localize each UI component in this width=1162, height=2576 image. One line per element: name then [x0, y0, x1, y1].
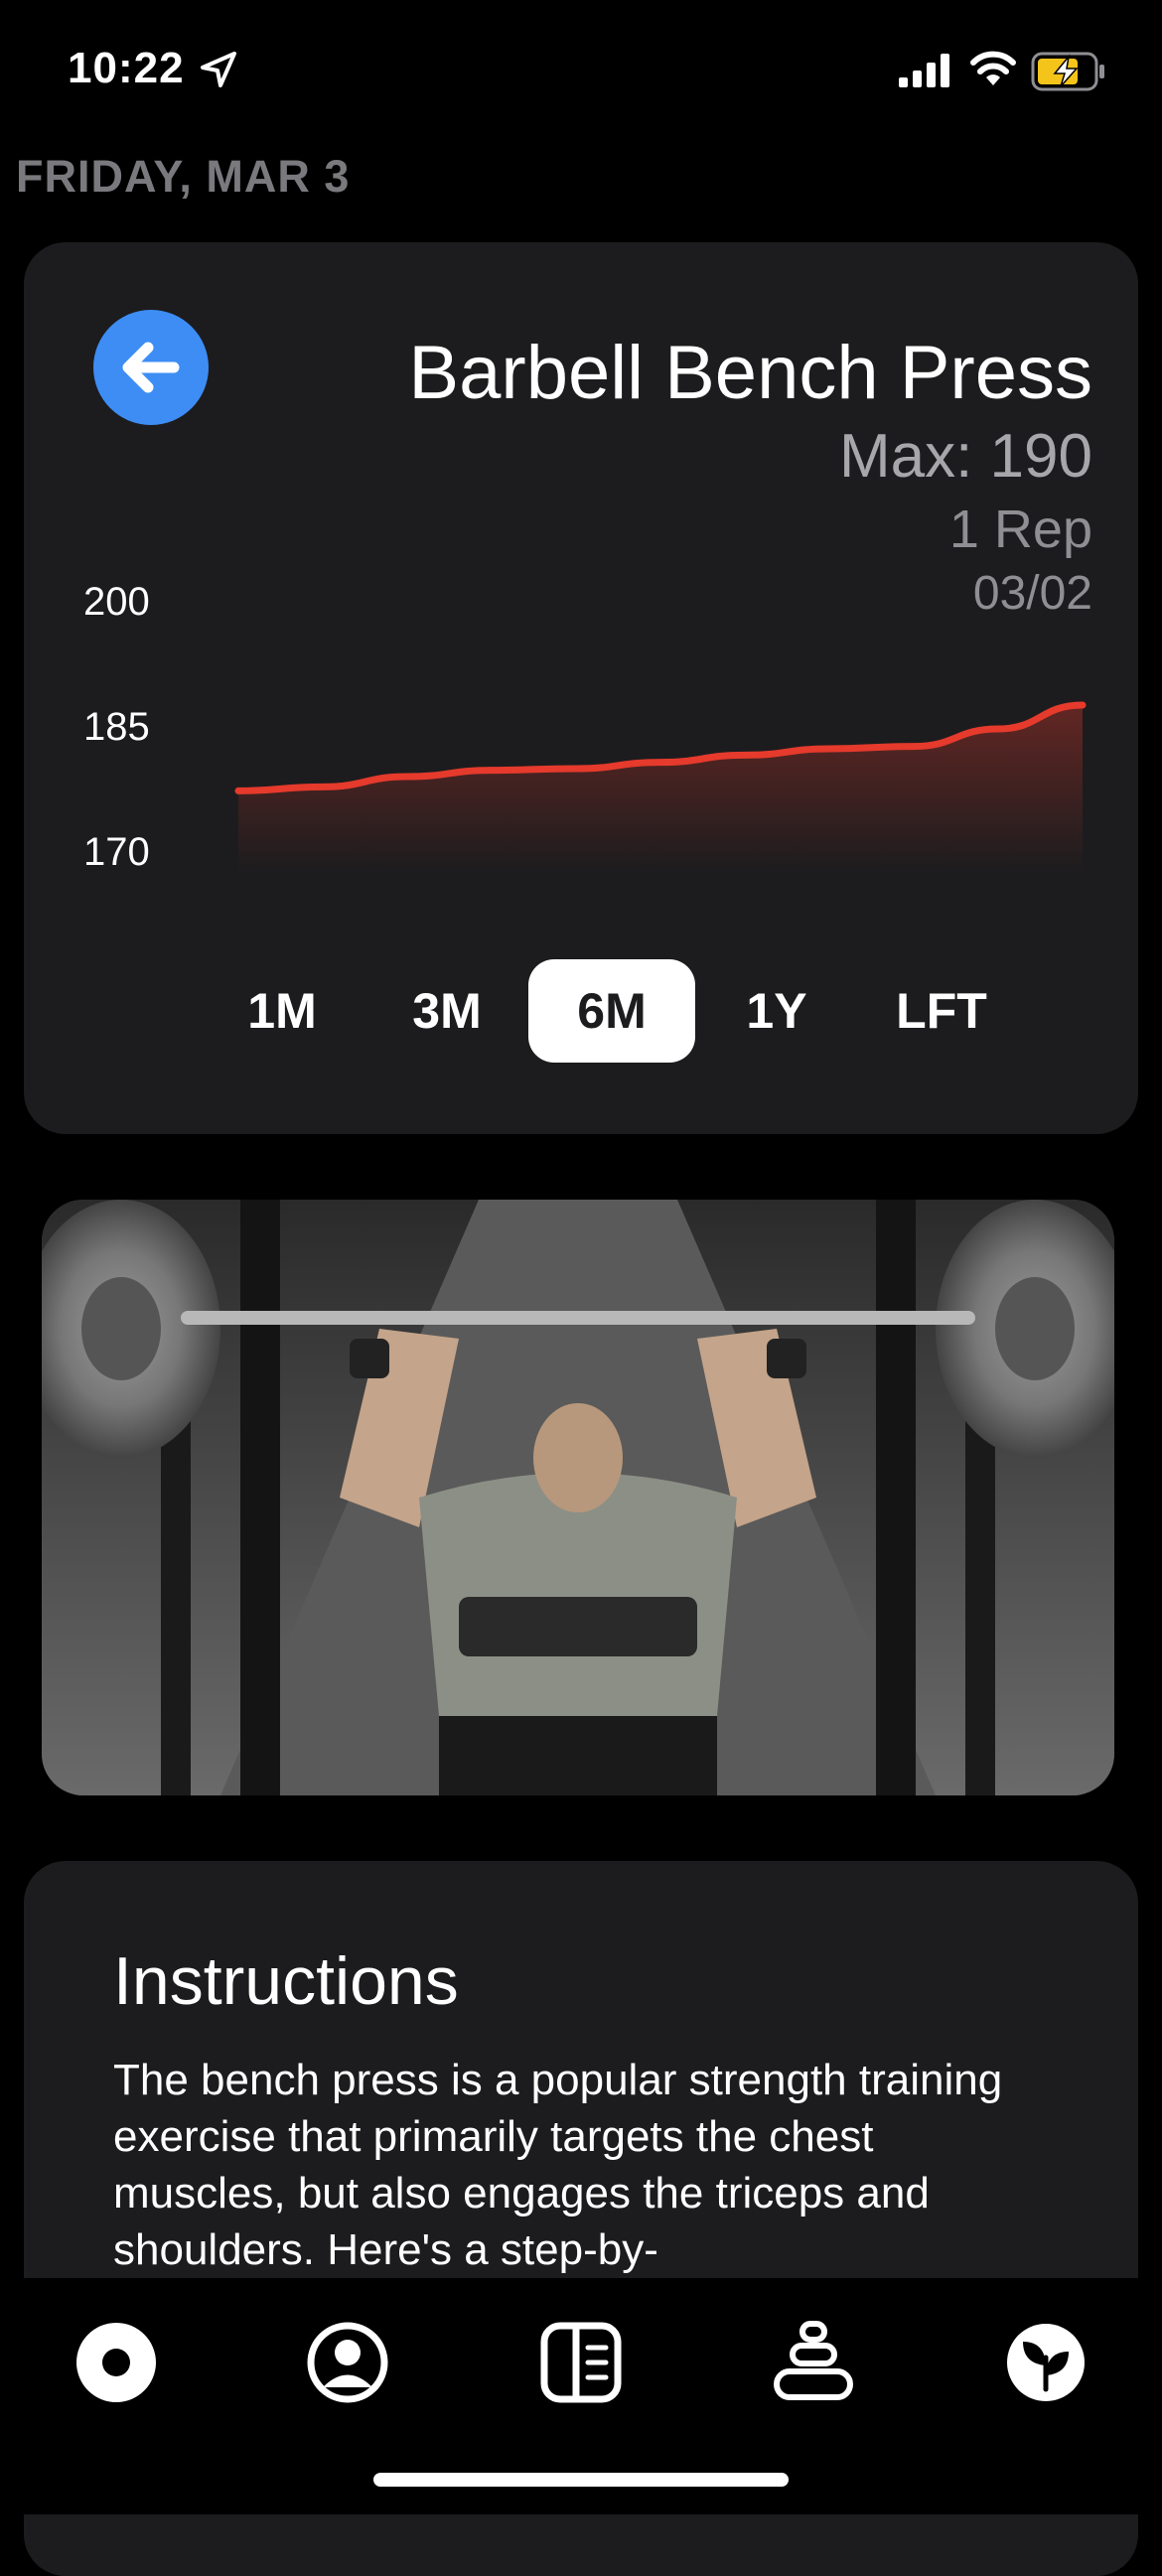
range-option-1y[interactable]: 1Y — [693, 959, 860, 1063]
home-indicator[interactable] — [373, 2473, 789, 2487]
arrow-left-icon — [122, 342, 180, 393]
journal-icon[interactable] — [536, 2318, 626, 2407]
max-weight: Max: 190 — [838, 422, 1092, 491]
time-range-selector: 1M 3M 6M 1Y LFT — [199, 959, 1023, 1063]
nutrition-leaf-icon[interactable] — [1001, 2318, 1090, 2407]
record-icon[interactable] — [72, 2318, 161, 2407]
status-time: 10:22 — [68, 44, 185, 92]
chart-area-fill — [238, 705, 1083, 874]
max-date: 03/02 — [972, 567, 1092, 620]
y-tick-label: 200 — [83, 580, 150, 624]
back-button[interactable] — [93, 310, 209, 425]
exercise-photo — [42, 1200, 1114, 1795]
rep-count: 1 Rep — [948, 500, 1092, 559]
instructions-body: The bench press is a popular strength tr… — [113, 2056, 1003, 2274]
range-option-3m[interactable]: 3M — [363, 959, 530, 1063]
progress-chart — [234, 701, 1087, 874]
date-header: FRIDAY, MAR 3 — [16, 151, 351, 202]
range-option-6m[interactable]: 6M — [528, 959, 695, 1063]
exercise-title: Barbell Bench Press — [408, 331, 1092, 415]
y-tick-label: 185 — [83, 705, 150, 749]
range-option-1m[interactable]: 1M — [199, 959, 365, 1063]
battery-charging-icon — [1031, 52, 1104, 91]
profile-icon[interactable] — [303, 2318, 392, 2407]
stack-icon[interactable] — [769, 2318, 858, 2407]
range-option-lft[interactable]: LFT — [858, 959, 1025, 1063]
wifi-icon — [970, 51, 1016, 85]
instructions-title: Instructions — [113, 1943, 459, 2019]
cellular-signal-icon — [899, 54, 949, 87]
y-tick-label: 170 — [83, 830, 150, 874]
location-arrow-icon — [201, 52, 236, 87]
